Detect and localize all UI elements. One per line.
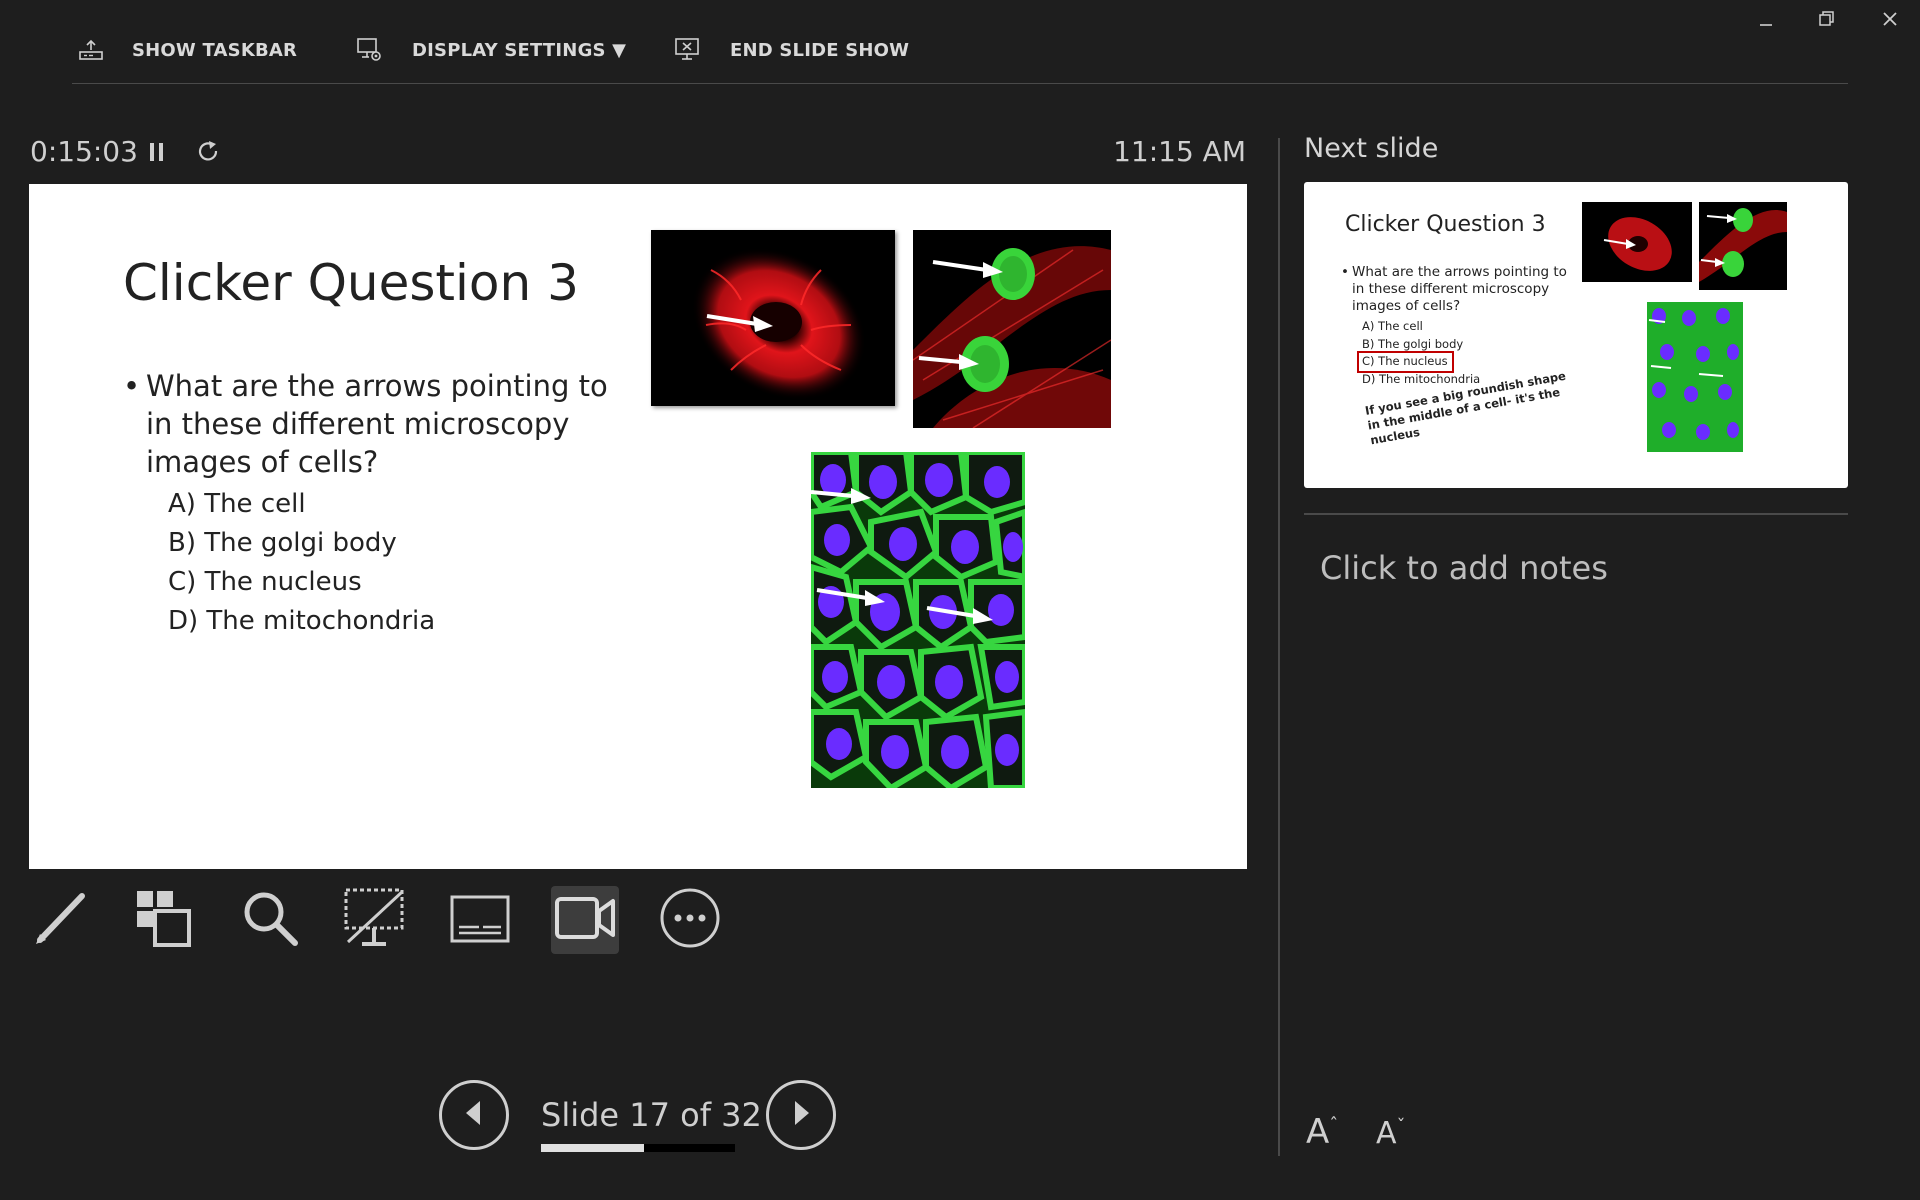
next-slide-options: A) The cell B) The golgi body C) The nuc… <box>1357 318 1481 388</box>
panel-divider <box>1278 138 1280 1156</box>
slide-counter[interactable]: Slide 17 of 32 <box>541 1096 762 1134</box>
pen-tool-button[interactable] <box>26 886 94 954</box>
next-slide-label: Next slide <box>1304 133 1439 164</box>
black-screen-icon <box>342 886 406 954</box>
previous-slide-button[interactable] <box>439 1080 509 1150</box>
elapsed-timer: 0:15:03 <box>30 135 138 168</box>
restore-icon <box>1819 11 1835 31</box>
increase-notes-font-button[interactable]: Aˆ <box>1306 1112 1338 1152</box>
next-option-b: B) The golgi body <box>1362 336 1464 351</box>
current-time: 11:15 AM <box>1113 135 1246 168</box>
increase-caret-icon: ˆ <box>1329 1114 1339 1136</box>
next-slide-thumbnail[interactable]: Clicker Question 3 • What are the arrows … <box>1304 182 1848 488</box>
answer-option-a: A) The cell <box>168 489 306 519</box>
zoom-button[interactable] <box>236 886 304 954</box>
decrease-caret-icon: ˇ <box>1396 1116 1406 1137</box>
epithelial-cells-micrograph <box>811 452 1025 788</box>
display-settings-icon <box>356 36 384 64</box>
pause-icon <box>146 143 168 169</box>
next-option-c-highlighted: C) The nucleus <box>1357 351 1454 373</box>
taskbar-icon <box>78 39 104 61</box>
slide-question: What are the arrows pointing to in these… <box>123 367 643 481</box>
pause-timer-button[interactable] <box>146 139 168 169</box>
more-options-icon <box>658 886 722 954</box>
next-epithelial-thumb <box>1647 302 1743 452</box>
next-nucleus-thumb <box>1699 202 1787 290</box>
answer-option-c: C) The nucleus <box>168 567 362 597</box>
slide-body: What are the arrows pointing to in these… <box>123 367 643 641</box>
next-slide-button[interactable] <box>766 1080 836 1150</box>
previous-icon <box>462 1099 486 1131</box>
end-slide-show-button[interactable]: END SLIDE SHOW <box>674 30 909 70</box>
more-options-button[interactable] <box>656 886 724 954</box>
camera-icon <box>554 893 616 947</box>
subtitles-button[interactable] <box>446 886 514 954</box>
mitochondria-micrograph <box>651 230 895 406</box>
next-slide-title: Clicker Question 3 <box>1345 212 1546 237</box>
end-show-icon <box>674 36 702 64</box>
slide-progress-bar <box>541 1144 735 1152</box>
answer-option-d: D) The mitochondria <box>168 606 436 636</box>
see-all-slides-icon <box>133 887 195 953</box>
decrease-font-label: A <box>1376 1116 1397 1151</box>
next-icon <box>789 1099 813 1131</box>
black-screen-button[interactable] <box>340 886 408 954</box>
decrease-notes-font-button[interactable]: Aˇ <box>1376 1116 1406 1151</box>
close-button[interactable] <box>1870 6 1910 36</box>
close-icon <box>1882 11 1898 31</box>
next-option-a: A) The cell <box>1362 319 1423 333</box>
pen-icon <box>30 888 90 952</box>
answer-option-b: B) The golgi body <box>168 528 397 558</box>
camera-button[interactable] <box>551 886 619 954</box>
notes-divider <box>1304 513 1848 515</box>
restore-button[interactable] <box>1807 6 1847 36</box>
speaker-notes[interactable]: Click to add notes <box>1320 549 1608 587</box>
nucleus-green-micrograph <box>913 230 1111 428</box>
next-option-d: D) The mitochondria <box>1362 371 1481 386</box>
end-slide-show-label: END SLIDE SHOW <box>730 39 910 61</box>
minimize-icon <box>1759 12 1773 31</box>
restart-timer-button[interactable] <box>196 139 222 169</box>
toolbar-divider <box>72 83 1848 84</box>
show-taskbar-label: SHOW TASKBAR <box>132 39 298 61</box>
current-slide[interactable]: Clicker Question 3 What are the arrows p… <box>29 184 1247 869</box>
slide-title: Clicker Question 3 <box>123 254 579 312</box>
display-settings-button[interactable]: DISPLAY SETTINGS ▼ <box>356 30 626 70</box>
show-taskbar-button[interactable]: SHOW TASKBAR <box>78 30 297 70</box>
minimize-button[interactable] <box>1746 6 1786 36</box>
see-all-slides-button[interactable] <box>130 886 198 954</box>
subtitles-icon <box>449 887 511 953</box>
display-settings-label: DISPLAY SETTINGS ▼ <box>412 39 627 61</box>
increase-font-label: A <box>1306 1112 1330 1152</box>
next-slide-question-text: What are the arrows pointing to in these… <box>1352 264 1567 314</box>
restart-icon <box>196 141 222 169</box>
zoom-icon <box>239 887 301 953</box>
next-slide-question: • What are the arrows pointing to in thes… <box>1341 264 1567 314</box>
slide-progress-fill <box>541 1144 644 1152</box>
next-mitochondria-thumb <box>1582 202 1692 282</box>
